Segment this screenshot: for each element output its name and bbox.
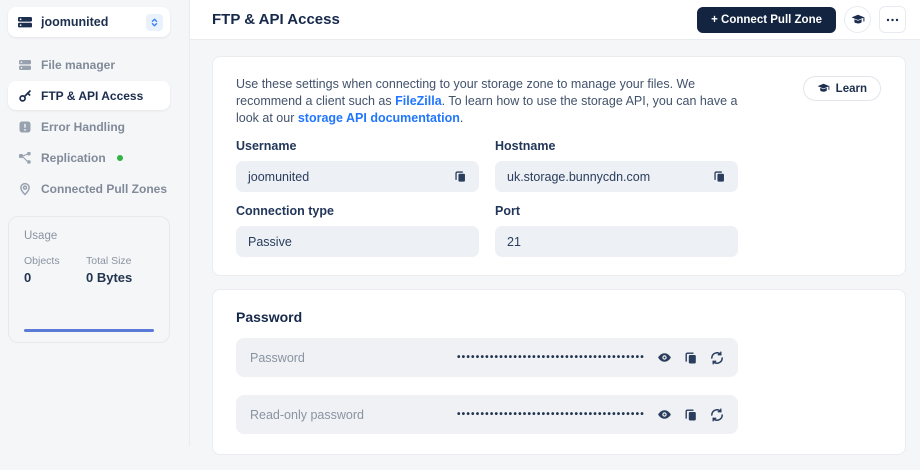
copy-icon[interactable] bbox=[454, 170, 467, 183]
field-hostname: Hostname uk.storage.bunnycdn.com bbox=[495, 127, 738, 192]
usage-stat-value: 0 bbox=[24, 270, 32, 285]
password-row: Password •••••••••••••••••••••••••••••••… bbox=[236, 338, 738, 377]
graduation-cap-icon bbox=[817, 83, 830, 94]
username-field[interactable]: joomunited bbox=[236, 161, 479, 192]
info-text-part: . bbox=[459, 111, 464, 125]
chevron-up-down-icon[interactable] bbox=[146, 13, 163, 31]
info-row: Use these settings when connecting to yo… bbox=[236, 76, 881, 127]
sidebar-item-connected-pull-zones[interactable]: Connected Pull Zones bbox=[8, 174, 170, 203]
connection-type-field[interactable]: Passive bbox=[236, 226, 479, 257]
sidebar: joomunited File manager FTP & API Access… bbox=[0, 0, 190, 446]
sidebar-item-label: Connected Pull Zones bbox=[41, 181, 168, 196]
learn-button[interactable]: Learn bbox=[802, 76, 881, 101]
usage-stat-value: 0 Bytes bbox=[86, 270, 133, 285]
usage-stat-label: Objects bbox=[24, 255, 60, 267]
graduation-cap-icon bbox=[851, 14, 865, 26]
usage-progress-bar bbox=[24, 329, 154, 332]
field-connection-type: Connection type Passive bbox=[236, 192, 479, 257]
error-icon bbox=[18, 120, 32, 134]
storage-zone-name: joomunited bbox=[41, 15, 109, 29]
file-manager-icon bbox=[18, 58, 32, 72]
learn-button-label: Learn bbox=[835, 82, 867, 95]
eye-icon[interactable] bbox=[657, 350, 672, 365]
readonly-password-row: Read-only password •••••••••••••••••••••… bbox=[236, 395, 738, 434]
sidebar-item-error-handling[interactable]: Replication Error Handling bbox=[8, 112, 170, 141]
refresh-icon[interactable] bbox=[710, 408, 724, 422]
eye-icon[interactable] bbox=[657, 407, 672, 422]
sidebar-item-ftp-api-access[interactable]: FTP & API Access bbox=[8, 81, 170, 110]
sidebar-item-label: Replication bbox=[41, 150, 106, 165]
key-icon bbox=[18, 89, 32, 103]
copy-icon[interactable] bbox=[684, 351, 698, 365]
main-area: FTP & API Access + Connect Pull Zone Use… bbox=[190, 0, 920, 455]
readonly-password-masked-value: •••••••••••••••••••••••••••••••••••••••• bbox=[456, 409, 645, 420]
usage-title: Usage bbox=[24, 230, 58, 242]
storage-zone-icon bbox=[17, 14, 33, 30]
password-label: Password bbox=[250, 350, 305, 365]
replication-status-dot bbox=[116, 154, 123, 161]
more-options-button[interactable] bbox=[879, 6, 906, 33]
field-value: 21 bbox=[507, 234, 521, 249]
connection-fields: Username joomunited Hostname uk.storage.… bbox=[236, 127, 738, 257]
field-value: uk.storage.bunnycdn.com bbox=[507, 169, 651, 184]
refresh-icon[interactable] bbox=[710, 351, 724, 365]
readonly-password-actions bbox=[657, 407, 724, 422]
sidebar-item-label: File manager bbox=[41, 57, 116, 72]
ftp-access-card: Use these settings when connecting to yo… bbox=[212, 56, 906, 276]
field-label: Username bbox=[236, 139, 297, 153]
main-header: FTP & API Access + Connect Pull Zone bbox=[190, 0, 920, 40]
ellipsis-icon bbox=[886, 18, 899, 22]
filezilla-link[interactable]: FileZilla bbox=[395, 94, 442, 108]
password-section-title: Password bbox=[236, 309, 303, 325]
storage-zone-selector[interactable]: joomunited bbox=[8, 7, 170, 37]
usage-stats: Objects 0 Total Size 0 Bytes bbox=[24, 255, 154, 285]
readonly-password-label: Read-only password bbox=[250, 407, 364, 422]
field-label: Connection type bbox=[236, 204, 334, 218]
hostname-field[interactable]: uk.storage.bunnycdn.com bbox=[495, 161, 738, 192]
field-value: joomunited bbox=[248, 169, 310, 184]
content: Use these settings when connecting to yo… bbox=[190, 40, 920, 470]
page-title: FTP & API Access bbox=[212, 11, 340, 28]
map-pin-icon bbox=[18, 182, 32, 196]
password-actions bbox=[657, 350, 724, 365]
field-username: Username joomunited bbox=[236, 127, 479, 192]
usage-stat-label: Total Size bbox=[86, 255, 132, 267]
sidebar-item-label: FTP & API Access bbox=[41, 88, 144, 103]
password-masked-value: •••••••••••••••••••••••••••••••••••••••• bbox=[456, 352, 645, 363]
field-label: Port bbox=[495, 204, 520, 218]
usage-stat-total-size: Total Size 0 Bytes bbox=[86, 255, 132, 285]
storage-api-docs-link[interactable]: storage API documentation bbox=[298, 111, 460, 125]
usage-card: Usage Objects 0 Total Size 0 Bytes bbox=[8, 216, 170, 343]
learn-resources-button[interactable] bbox=[844, 6, 871, 33]
field-label: Hostname bbox=[495, 139, 556, 153]
copy-icon[interactable] bbox=[684, 408, 698, 422]
field-port: Port 21 bbox=[495, 192, 738, 257]
connect-pull-zone-button[interactable]: + Connect Pull Zone bbox=[697, 6, 836, 33]
copy-icon[interactable] bbox=[713, 170, 726, 183]
info-text: Use these settings when connecting to yo… bbox=[236, 76, 742, 127]
app-window: joomunited File manager FTP & API Access… bbox=[0, 0, 920, 455]
usage-stat-objects: Objects 0 bbox=[24, 255, 86, 285]
field-value: Passive bbox=[248, 234, 292, 249]
sidebar-nav: File manager FTP & API Access Error Hand… bbox=[8, 50, 170, 203]
sidebar-item-file-manager[interactable]: File manager bbox=[8, 50, 170, 79]
replication-icon bbox=[18, 151, 32, 165]
password-card: Password Password ••••••••••••••••••••••… bbox=[212, 289, 906, 455]
sidebar-item-label: Error Handling bbox=[41, 119, 126, 134]
port-field[interactable]: 21 bbox=[495, 226, 738, 257]
sidebar-item-replication[interactable]: Replication bbox=[8, 143, 170, 172]
